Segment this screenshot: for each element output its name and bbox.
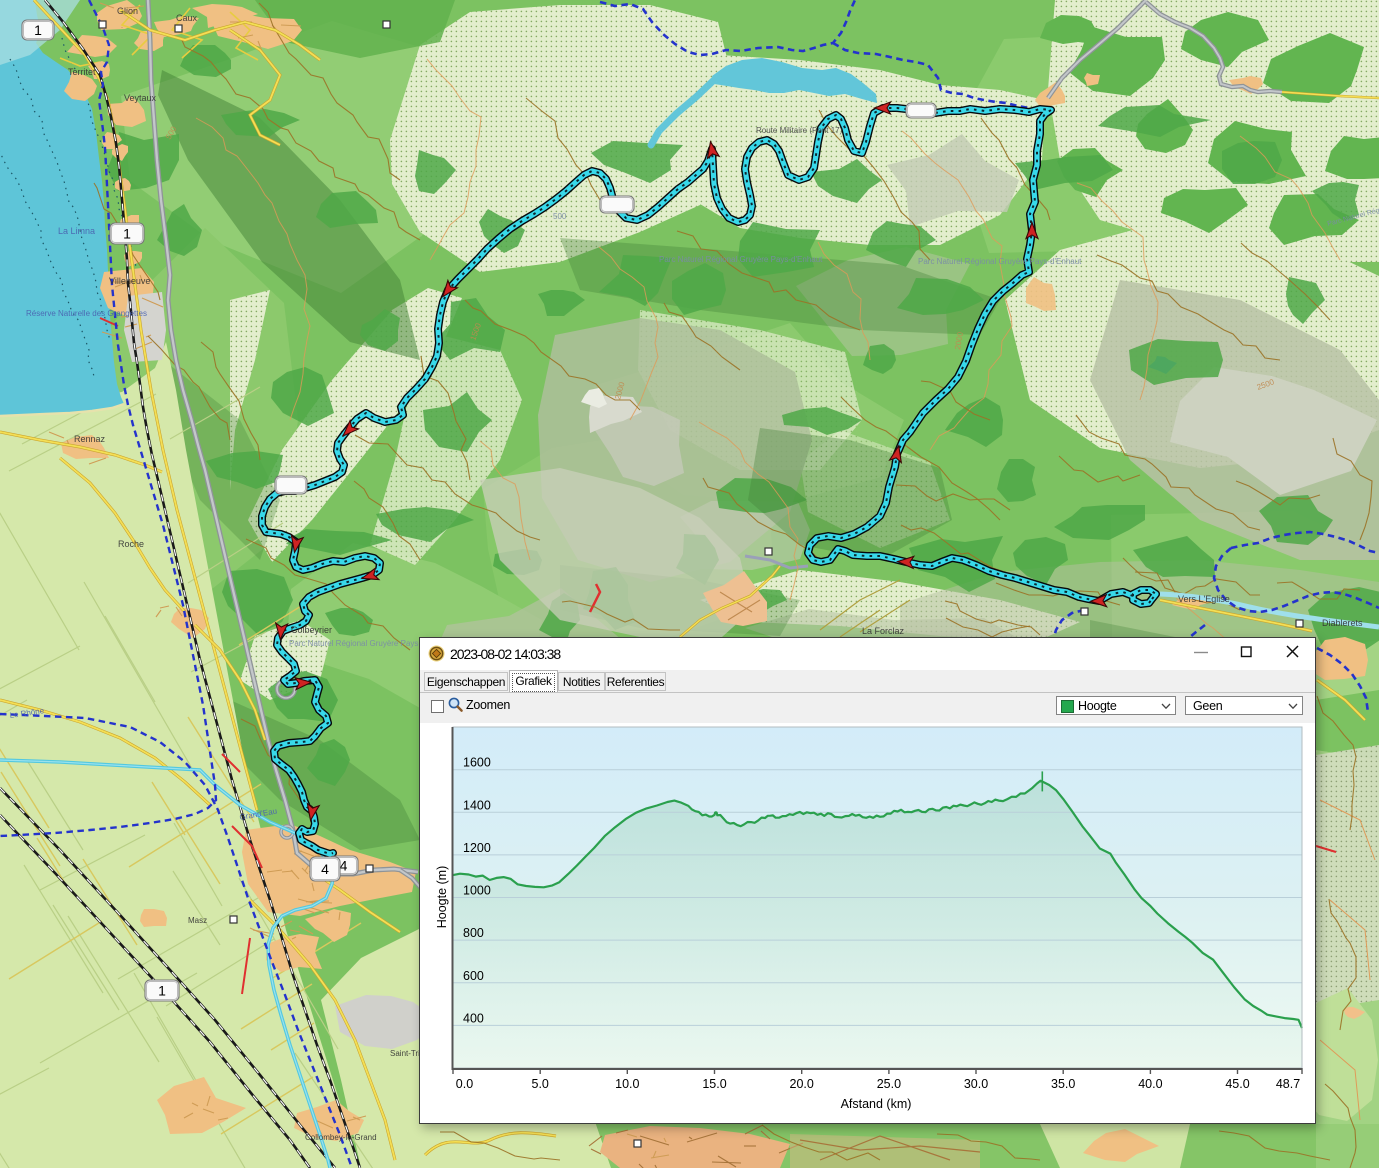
svg-text:La Forclaz: La Forclaz: [862, 626, 905, 636]
svg-text:La Limna: La Limna: [58, 226, 95, 236]
svg-text:35.0: 35.0: [1051, 1077, 1075, 1091]
svg-text:1: 1: [158, 983, 166, 999]
svg-text:Route Militaire (Pont 17): Route Militaire (Pont 17): [756, 126, 843, 135]
svg-text:Masz: Masz: [188, 916, 207, 925]
svg-text:Colbeyrier: Colbeyrier: [291, 625, 332, 635]
svg-text:500: 500: [553, 212, 567, 221]
svg-text:Roche: Roche: [118, 539, 144, 549]
svg-text:Collombey-le-Grand: Collombey-le-Grand: [305, 1133, 377, 1142]
svg-text:Vers L'Eglise: Vers L'Eglise: [1178, 594, 1230, 604]
svg-text:48.7: 48.7: [1276, 1077, 1300, 1091]
svg-text:800: 800: [463, 926, 484, 940]
svg-text:1600: 1600: [463, 756, 491, 770]
svg-text:4: 4: [321, 861, 329, 877]
svg-text:4: 4: [340, 858, 348, 874]
svg-text:Diablerets: Diablerets: [1322, 618, 1363, 628]
svg-text:0.0: 0.0: [456, 1077, 473, 1091]
svg-text:20.0: 20.0: [790, 1077, 814, 1091]
svg-text:1: 1: [34, 22, 42, 38]
svg-text:25.0: 25.0: [877, 1077, 901, 1091]
svg-text:1: 1: [123, 226, 131, 242]
svg-text:600: 600: [463, 969, 484, 983]
svg-text:Veytaux: Veytaux: [124, 93, 157, 103]
svg-text:1000: 1000: [463, 884, 491, 898]
svg-text:Territet: Territet: [68, 67, 96, 77]
svg-text:Afstand (km): Afstand (km): [841, 1097, 912, 1111]
svg-text:Réserve Naturelle des Grangett: Réserve Naturelle des Grangettes: [26, 309, 147, 318]
svg-text:Glion: Glion: [117, 6, 138, 16]
svg-text:Caux: Caux: [176, 13, 198, 23]
svg-text:Villeneuve: Villeneuve: [109, 276, 150, 286]
svg-text:45.0: 45.0: [1225, 1077, 1249, 1091]
svg-text:30.0: 30.0: [964, 1077, 988, 1091]
svg-text:Rennaz: Rennaz: [74, 434, 106, 444]
svg-text:10.0: 10.0: [615, 1077, 639, 1091]
svg-text:40.0: 40.0: [1138, 1077, 1162, 1091]
svg-text:5.0: 5.0: [532, 1077, 549, 1091]
svg-text:Hoogte (m): Hoogte (m): [435, 866, 449, 929]
svg-text:15.0: 15.0: [702, 1077, 726, 1091]
svg-text:1200: 1200: [463, 841, 491, 855]
svg-text:Parc Naturel Régional Gruyère: Parc Naturel Régional Gruyère Pays-d'Enh…: [918, 257, 1082, 266]
svg-text:400: 400: [463, 1011, 484, 1025]
svg-text:Parc Naturel Régional Gruyère: Parc Naturel Régional Gruyère Pays-d'Enh…: [659, 255, 823, 264]
svg-text:1400: 1400: [463, 798, 491, 812]
